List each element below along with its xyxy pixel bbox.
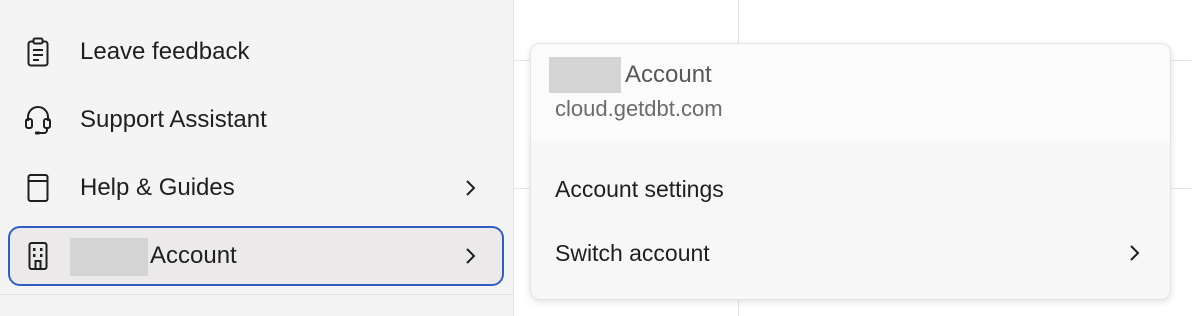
sidebar-item-help-guides[interactable]: Help & Guides (8, 159, 504, 217)
book-icon (22, 172, 54, 204)
chevron-right-icon (1126, 243, 1142, 263)
divider (0, 294, 514, 295)
clipboard-icon (22, 36, 54, 68)
sidebar-item-label: Leave feedback (80, 38, 250, 65)
redacted-account-name (70, 238, 148, 276)
redacted-account-name (549, 57, 621, 93)
sidebar-item-account[interactable]: Account (8, 226, 504, 286)
headset-icon (22, 104, 54, 136)
sidebar-item-label: Support Assistant (80, 106, 267, 133)
chevron-right-icon (462, 178, 478, 198)
sidebar-item-label: Help & Guides (80, 174, 235, 201)
sidebar-item-leave-feedback[interactable]: Leave feedback (8, 23, 504, 81)
menu-item-label: Account settings (555, 175, 724, 202)
account-settings-menu-item[interactable]: Account settings (531, 161, 1170, 217)
sidebar-item-support-assistant[interactable]: Support Assistant (8, 91, 504, 149)
sidebar-item-label: Account (150, 242, 237, 269)
sidebar: Leave feedback Support Assistant Help & … (0, 0, 514, 316)
popover-header: Account cloud.getdbt.com (531, 44, 1170, 141)
account-name-label: Account (625, 61, 712, 88)
menu-item-label: Switch account (555, 239, 710, 266)
switch-account-menu-item[interactable]: Switch account (531, 225, 1170, 281)
account-name: Account (549, 57, 712, 93)
account-domain: cloud.getdbt.com (555, 96, 723, 121)
building-icon (22, 240, 54, 272)
account-popover: Account cloud.getdbt.com Account setting… (530, 43, 1171, 300)
chevron-right-icon (462, 246, 478, 266)
